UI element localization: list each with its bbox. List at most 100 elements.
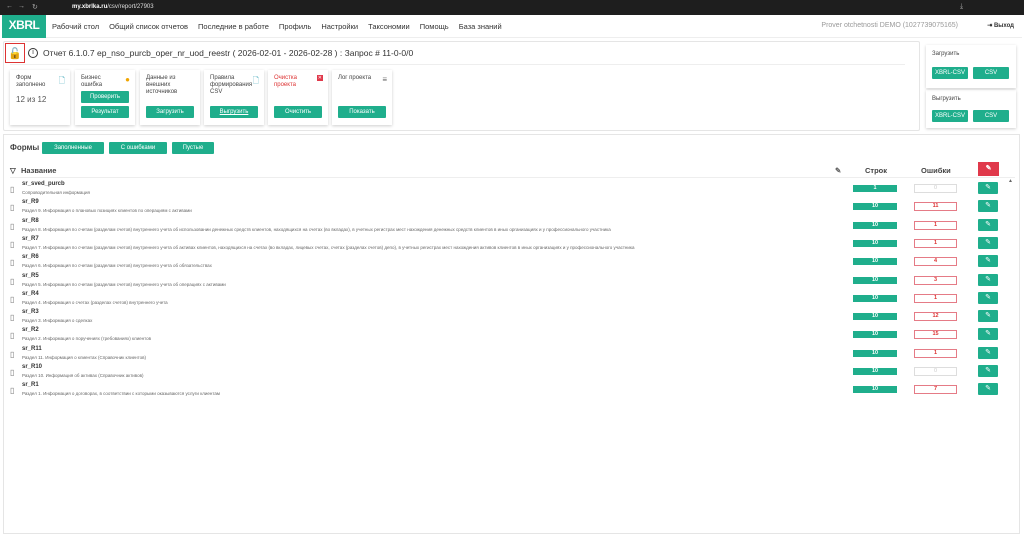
forms-filled-value: 12 из 12 [16,95,47,104]
unlock-icon[interactable]: 🔓 [5,43,25,63]
errors-count[interactable]: 1 [914,293,957,303]
clean-form-button[interactable]: ✎ [978,236,998,249]
nav-link[interactable]: Общий список отчетов [109,22,188,31]
table-row[interactable]: ▯ sr_R10 Раздел 10. Информация об актива… [10,364,1010,382]
logo[interactable]: XBRL [2,15,46,38]
download-icon[interactable]: ⤓ [960,3,963,11]
logout-label: Выход [993,23,1014,29]
reload-icon[interactable]: ↻ [32,3,38,11]
logout-button[interactable]: ⇥ Выход [987,22,1014,29]
errors-count[interactable]: 15 [914,330,957,340]
clean-form-button[interactable]: ✎ [978,328,998,341]
upload-csv-button[interactable]: CSV [973,67,1009,79]
table-row[interactable]: ▯ sr_R11 Раздел 11. Информация о клиента… [10,346,1010,364]
form-code[interactable]: sr_R1 [22,382,39,388]
column-rows: Строк [865,166,888,175]
clean-form-button[interactable]: ✎ [978,255,998,268]
table-row[interactable]: ▯ sr_R1 Раздел 1. Информация о договорах… [10,382,1010,400]
clean-form-button[interactable]: ✎ [978,310,998,323]
form-code[interactable]: sr_R5 [22,273,39,279]
table-row[interactable]: ▯ sr_R9 Раздел 9. Информация о плановых … [10,199,1010,217]
divider [10,64,905,65]
forward-icon[interactable]: → [18,3,25,10]
errors-count[interactable]: 7 [914,385,957,395]
download-csv-button[interactable]: CSV [973,110,1009,122]
form-code[interactable]: sr_R6 [22,254,39,260]
errors-count[interactable]: 0 [914,184,957,193]
table-row[interactable]: ▯ sr_R8 Раздел 8. Информация по счетам (… [10,218,1010,236]
nav-link[interactable]: Таксономии [368,22,410,31]
clean-all-button[interactable]: ✎ [978,162,999,176]
errors-count[interactable]: 1 [914,348,957,358]
errors-count[interactable]: 4 [914,257,957,267]
filter-filled-button[interactable]: Заполненные [42,142,104,154]
form-code[interactable]: sr_R11 [22,346,42,352]
table-row[interactable]: ▯ sr_R5 Раздел 5. Информация по счетам (… [10,273,1010,291]
errors-count[interactable]: 3 [914,275,957,285]
form-code[interactable]: sr_R2 [22,327,39,333]
form-description: Раздел 8. Информация по счетам (разделам… [22,226,611,232]
clean-form-button[interactable]: ✎ [978,182,998,194]
card-csv-rules: Правила формирования CSV 🗋 Выгрузить [204,70,264,125]
table-row[interactable]: ▯ sr_R6 Раздел 6. Информация по счетам (… [10,254,1010,272]
column-name[interactable]: Название [21,166,56,175]
card-label: Лог проекта [338,75,372,81]
export-button[interactable]: Выгрузить [210,106,258,118]
result-button[interactable]: Результат [81,106,129,118]
load-button[interactable]: Загрузить [146,106,194,118]
scrollbar[interactable]: ▲ [1008,178,1014,528]
card-clear-project: Очистка проекта ✕ Очистить [268,70,328,125]
nav-link[interactable]: База знаний [459,22,502,31]
errors-count[interactable]: 1 [914,238,957,248]
nav-link[interactable]: Последние в работе [198,22,269,31]
nav-link[interactable]: Профиль [279,22,311,31]
rows-count: 10 [853,258,897,266]
errors-count[interactable]: 0 [914,367,957,376]
table-row[interactable]: ▯ sr_R3 Раздел 3. Информация о сделках 1… [10,309,1010,327]
form-code[interactable]: sr_R8 [22,218,39,224]
form-description: Сопроводительная информация [22,190,90,195]
forms-heading: Формы [10,143,40,152]
clean-form-button[interactable]: ✎ [978,365,998,377]
clean-form-button[interactable]: ✎ [978,346,998,359]
clean-form-button[interactable]: ✎ [978,291,998,304]
nav-link[interactable]: Помощь [420,22,449,31]
document-icon: ▯ [10,221,15,231]
upload-xbrl-csv-button[interactable]: XBRL-CSV [932,67,968,79]
form-code[interactable]: sr_R9 [22,199,39,205]
table-row[interactable]: ▯ sr_R7 Раздел 7. Информация по счетам (… [10,236,1010,254]
clean-form-button[interactable]: ✎ [978,383,998,396]
clear-button[interactable]: Очистить [274,106,322,118]
info-icon[interactable]: i [28,48,38,58]
back-icon[interactable]: ← [6,3,13,10]
form-code[interactable]: sr_R3 [22,309,39,315]
clean-form-button[interactable]: ✎ [978,218,998,231]
filter-icon[interactable]: ▽ [10,166,16,175]
show-log-button[interactable]: Показать [338,106,386,118]
filter-errors-button[interactable]: С ошибками [109,142,167,154]
clean-icon[interactable]: ✎ [835,166,841,175]
rows-count: 10 [853,368,897,375]
form-code[interactable]: sr_R4 [22,291,39,297]
download-xbrl-csv-button[interactable]: XBRL-CSV [932,110,968,122]
form-code[interactable]: sr_R7 [22,236,39,242]
errors-count[interactable]: 1 [914,220,957,230]
upload-label: Загрузить [932,51,960,57]
check-button[interactable]: Проверить [81,91,129,103]
form-code[interactable]: sr_sved_purcb [22,181,65,187]
table-row[interactable]: ▯ sr_R2 Раздел 2. Информация о поручения… [10,327,1010,345]
nav-link[interactable]: Рабочий стол [52,22,99,31]
form-description: Раздел 6. Информация по счетам (разделам… [22,263,212,269]
rows-count: 10 [853,239,897,247]
form-code[interactable]: sr_R10 [22,364,42,370]
clean-form-button[interactable]: ✎ [978,200,998,213]
filter-empty-button[interactable]: Пустые [172,142,214,154]
errors-count[interactable]: 11 [914,202,957,212]
address-bar[interactable]: my.xbrlka.ru/csv/report/27903 [72,4,154,10]
errors-count[interactable]: 12 [914,312,957,322]
table-row[interactable]: ▯ sr_sved_purcb Сопроводительная информа… [10,181,1010,199]
top-nav: XBRL Рабочий стол Общий список отчетов Пос… [2,15,1022,38]
clean-form-button[interactable]: ✎ [978,273,998,286]
nav-link[interactable]: Настройки [321,22,358,31]
table-row[interactable]: ▯ sr_R4 Раздел 4. Информация о счетах (р… [10,291,1010,309]
